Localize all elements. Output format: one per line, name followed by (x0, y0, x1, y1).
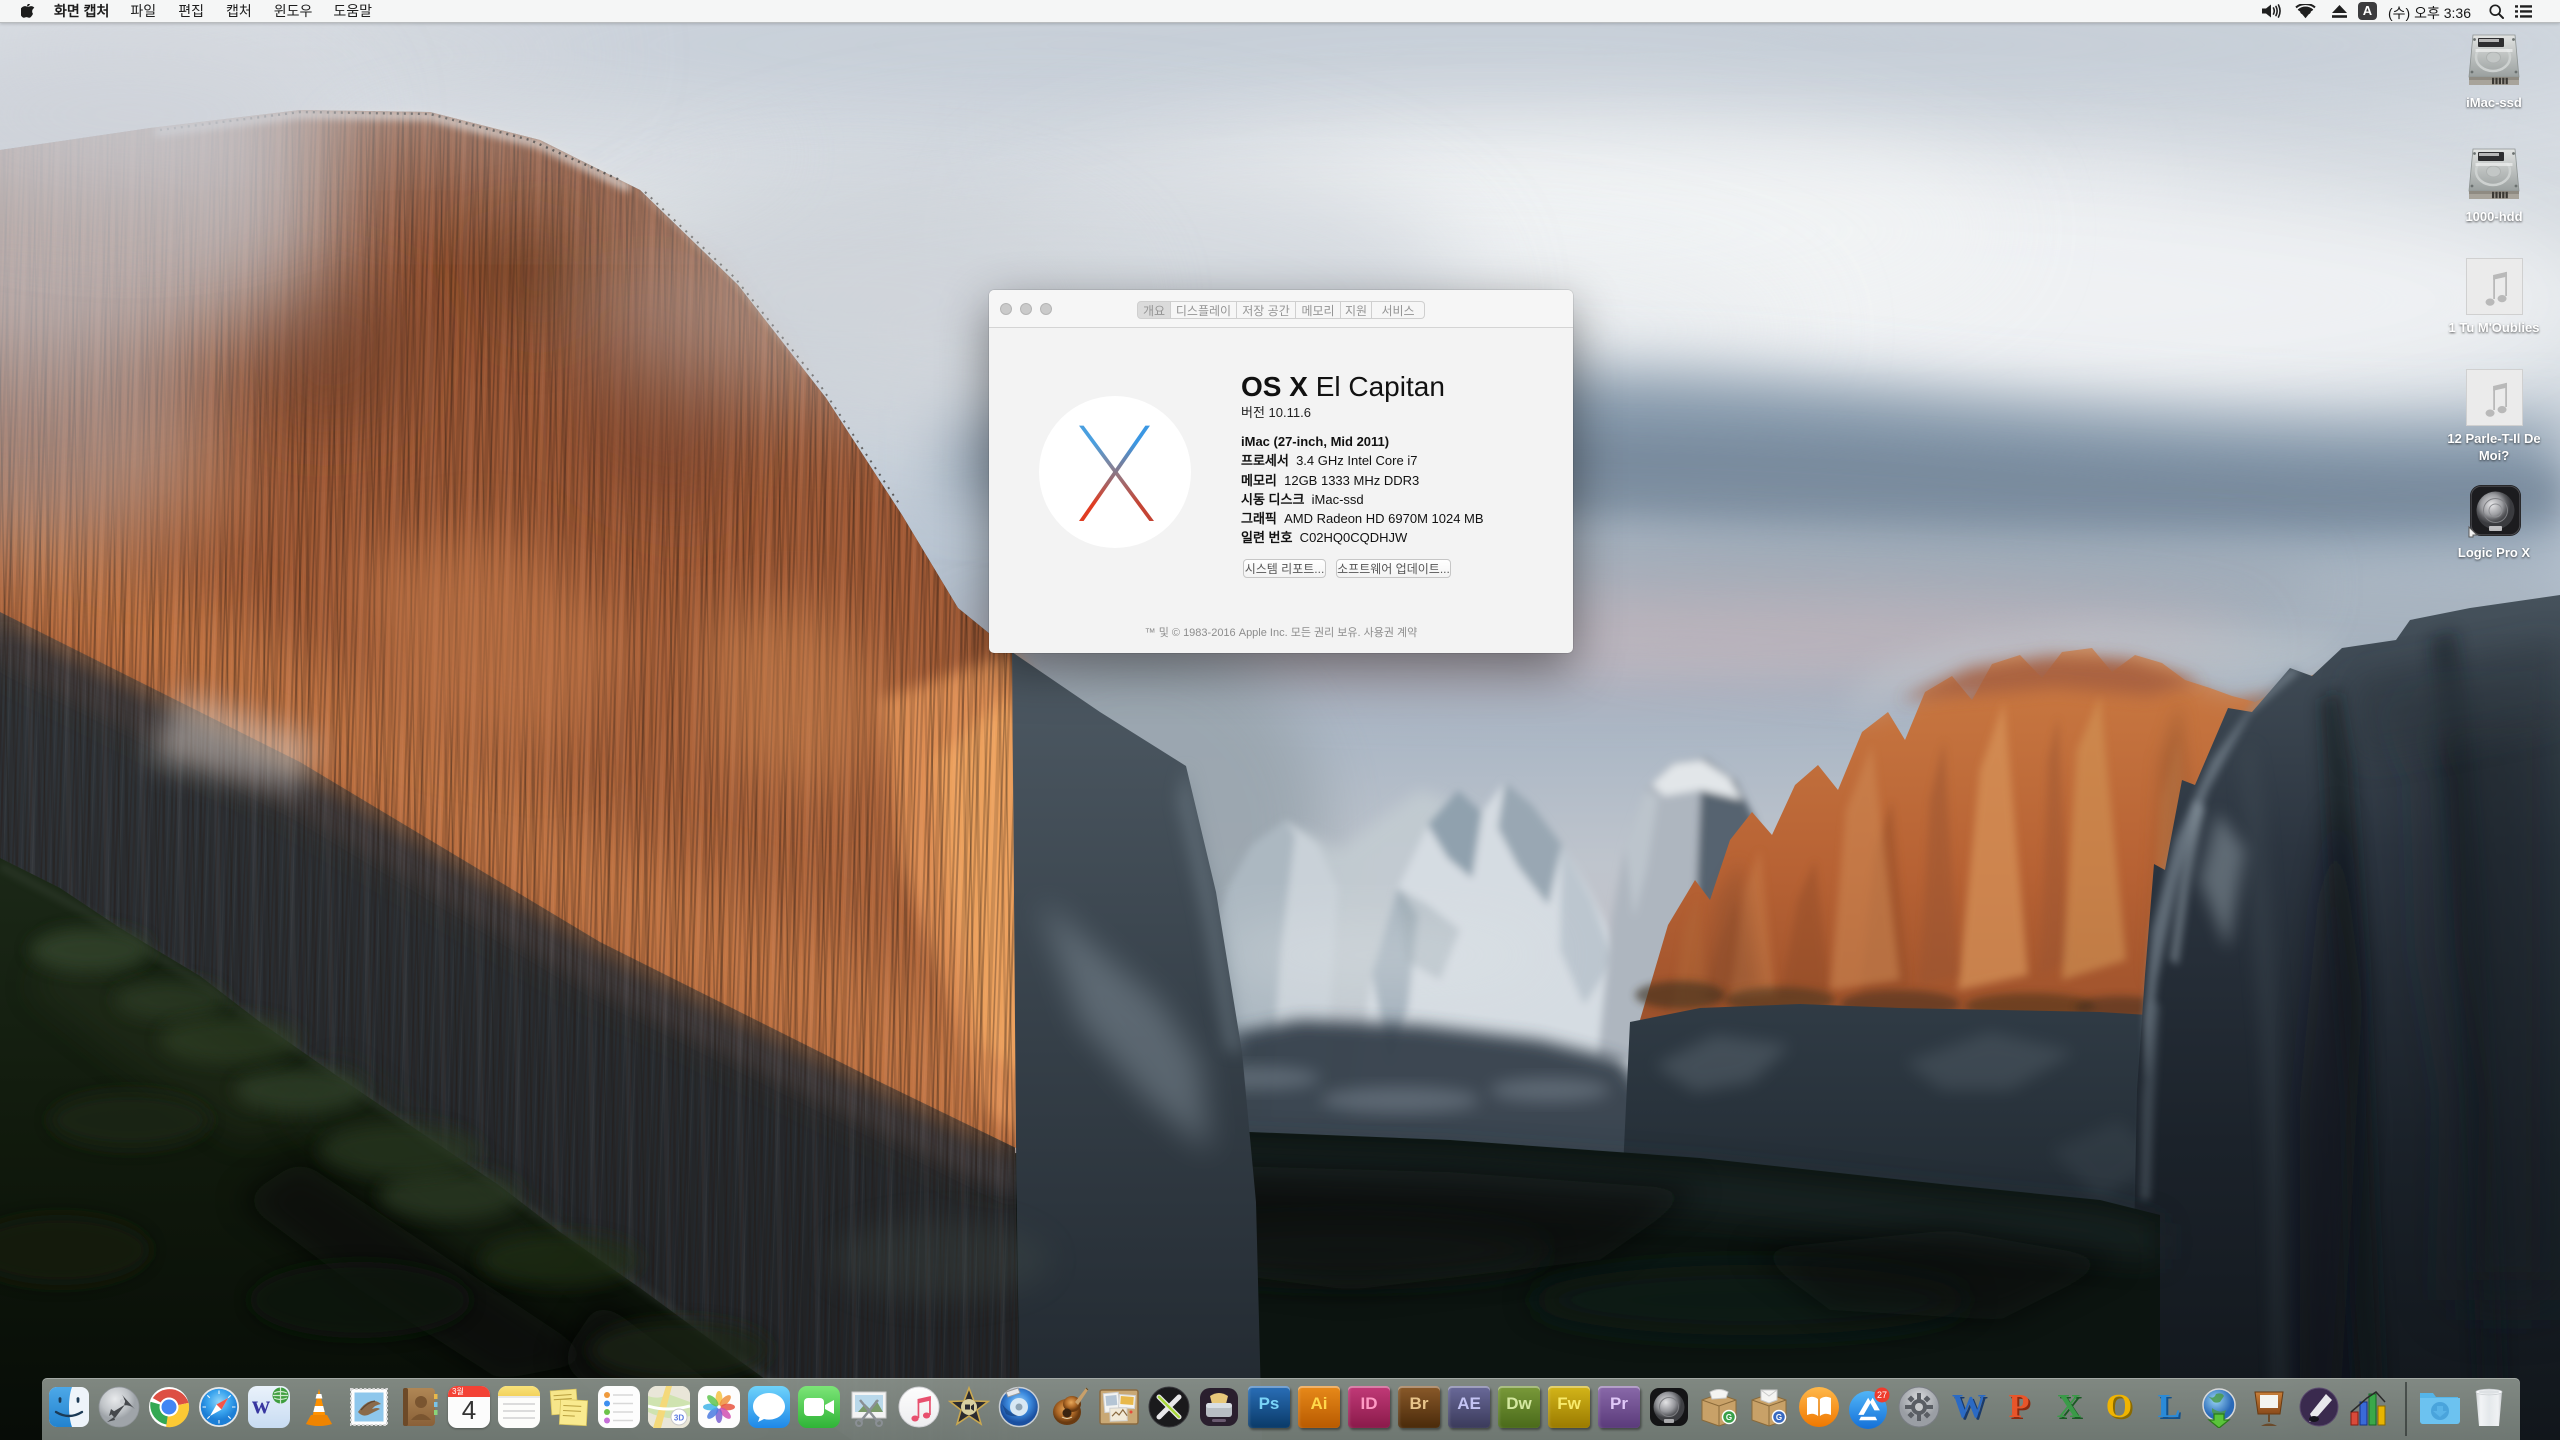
svg-text:27: 27 (1877, 1390, 1887, 1400)
svg-text:3D: 3D (674, 1414, 684, 1423)
svg-text:G: G (1776, 1413, 1782, 1422)
svg-text:G: G (1726, 1413, 1732, 1422)
